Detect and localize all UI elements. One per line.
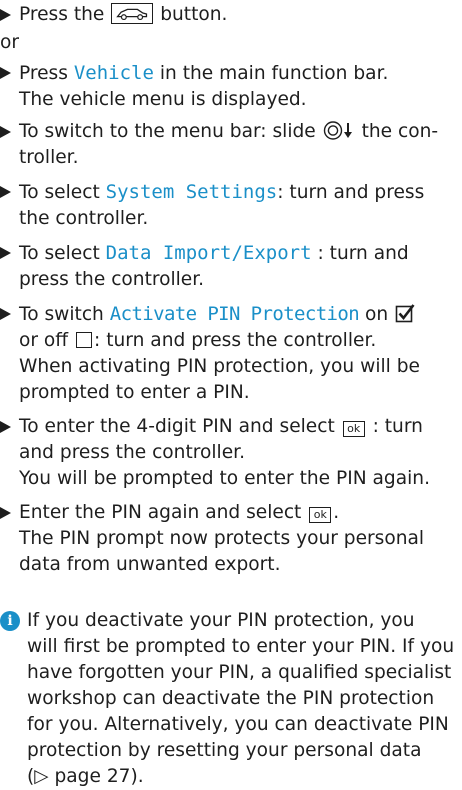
data-import-export-keyword: Data Import/Export	[105, 242, 312, 264]
step-text: To select	[19, 243, 100, 264]
system-settings-keyword: System Settings	[105, 181, 278, 203]
bullet-arrow-icon	[0, 507, 11, 519]
step-text: .	[333, 502, 340, 523]
bullet-arrow-icon	[0, 67, 11, 79]
step-result: data from unwanted export.	[19, 554, 281, 575]
bullet-arrow-icon	[0, 421, 11, 433]
info-icon: i	[0, 611, 20, 631]
note-line: protection by resetting your personal da…	[27, 740, 422, 761]
step-text: button.	[160, 4, 228, 25]
step-text: or off	[19, 330, 69, 351]
step-select-system-settings: To select System Settings: turn and pres…	[0, 179, 459, 232]
step-text: To switch to the menu bar: slide	[19, 121, 316, 142]
step-text: : turn and press the controller.	[94, 330, 377, 351]
bullet-arrow-icon	[0, 126, 11, 138]
step-text: : turn	[372, 416, 423, 437]
bullet-arrow-icon	[0, 247, 11, 259]
step-text: Press	[19, 63, 68, 84]
step-text: To enter the 4-digit PIN and select	[19, 416, 335, 437]
bullet-arrow-icon	[0, 9, 11, 21]
step-result: prompted to enter a PIN.	[19, 382, 250, 403]
step-text: and press the controller.	[19, 442, 245, 463]
step-result: You will be prompted to enter the PIN ag…	[19, 468, 430, 489]
step-text: the con-	[361, 121, 439, 142]
note-line: for you. Alternatively, you can deactiva…	[27, 714, 449, 735]
step-text: press the controller.	[19, 269, 205, 290]
step-text: in the main function bar.	[159, 63, 389, 84]
step-text: Press the	[19, 4, 105, 25]
ok-button-icon: ok	[342, 421, 365, 437]
step-text: troller.	[19, 147, 79, 168]
bullet-arrow-icon	[0, 308, 11, 320]
step-text: the controller.	[19, 208, 149, 229]
info-note: i If you deactivate your PIN protection,…	[0, 608, 457, 790]
step-select-data-import-export: To select Data Import/Export : turn and …	[0, 240, 459, 293]
note-line: have forgotten your PIN, a qualified spe…	[27, 662, 452, 683]
step-enter-pin: To enter the 4-digit PIN and select ok :…	[0, 414, 459, 492]
note-line: workshop can deactivate the PIN protecti…	[27, 688, 435, 709]
vehicle-button-icon	[111, 3, 154, 24]
note-line: will first be prompted to enter your PIN…	[27, 636, 455, 657]
or-separator: or	[0, 32, 20, 53]
checkbox-checked-icon	[395, 303, 415, 323]
step-result: When activating PIN protection, you will…	[19, 356, 420, 377]
step-text: : turn and press	[277, 182, 425, 203]
checkbox-unchecked-icon	[76, 332, 93, 348]
step-activate-pin-protection: To switch Activate PIN Protection on or …	[0, 301, 459, 406]
ok-button-icon: ok	[309, 507, 332, 523]
step-text: on	[364, 304, 389, 325]
page-reference-link[interactable]: (▷ page 27).	[27, 766, 144, 787]
step-press-vehicle-button: Press the button.	[0, 2, 459, 28]
manual-page: Press the button. or Press Vehicle in th…	[0, 0, 462, 790]
note-line: If you deactivate your PIN protection, y…	[27, 610, 415, 631]
vehicle-keyword: Vehicle	[73, 62, 154, 84]
step-press-vehicle: Press Vehicle in the main function bar. …	[0, 60, 459, 113]
step-enter-pin-again: Enter the PIN again and select ok. The P…	[0, 500, 459, 578]
step-result: The PIN prompt now protects your persona…	[19, 528, 425, 549]
step-switch-menu-bar: To switch to the menu bar: slide the con…	[0, 119, 459, 171]
step-text: : turn and	[317, 243, 409, 264]
step-text: To switch	[19, 304, 104, 325]
controller-slide-down-icon	[323, 120, 355, 141]
step-text: Enter the PIN again and select	[19, 502, 302, 523]
step-result: The vehicle menu is displayed.	[19, 89, 307, 110]
activate-pin-protection-keyword: Activate PIN Protection	[109, 303, 360, 325]
step-text: To select	[19, 182, 100, 203]
bullet-arrow-icon	[0, 186, 11, 198]
